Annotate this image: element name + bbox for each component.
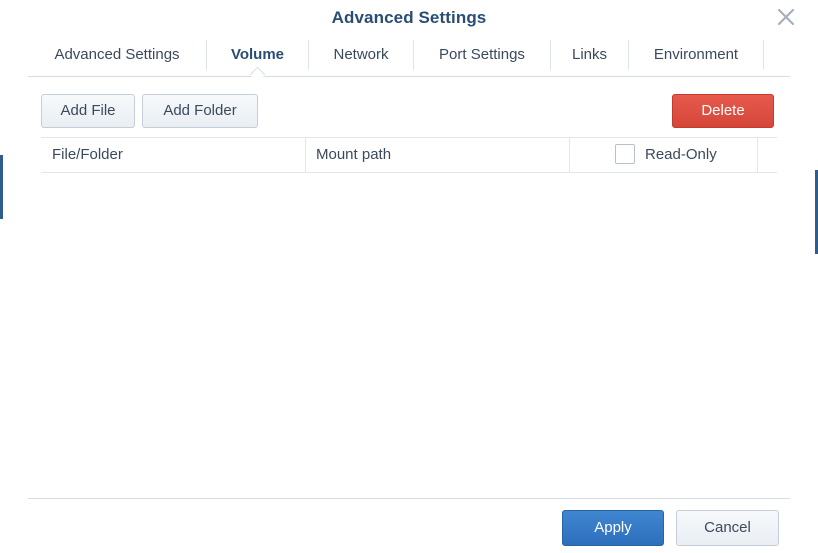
background-window-edge-left (0, 155, 3, 219)
volume-list[interactable] (41, 172, 777, 492)
close-button[interactable] (776, 7, 796, 27)
column-separator (569, 138, 570, 172)
close-icon (777, 8, 795, 26)
tab-bar: Advanced Settings Volume Network Port Se… (28, 38, 790, 83)
footer-divider (28, 498, 790, 499)
tab-advanced-settings[interactable]: Advanced Settings (28, 38, 206, 72)
column-header-file-folder[interactable]: File/Folder (52, 138, 123, 172)
column-separator (305, 138, 306, 172)
apply-button[interactable]: Apply (562, 510, 664, 546)
add-file-button[interactable]: Add File (41, 94, 135, 128)
tab-network[interactable]: Network (309, 38, 413, 72)
column-separator (757, 138, 758, 172)
grid-header: File/Folder Mount path Read-Only (41, 137, 777, 173)
tab-separator (763, 40, 764, 70)
tab-environment[interactable]: Environment (629, 38, 763, 72)
cancel-button[interactable]: Cancel (676, 510, 779, 546)
advanced-settings-dialog: Advanced Settings Advanced Settings Volu… (0, 0, 818, 553)
dialog-title: Advanced Settings (331, 8, 487, 27)
add-folder-button[interactable]: Add Folder (142, 94, 258, 128)
tab-port-settings[interactable]: Port Settings (414, 38, 550, 72)
tab-links[interactable]: Links (551, 38, 628, 72)
delete-button[interactable]: Delete (672, 94, 774, 128)
column-header-read-only[interactable]: Read-Only (645, 138, 717, 172)
read-only-select-all-checkbox[interactable] (615, 144, 635, 164)
column-header-mount-path[interactable]: Mount path (316, 138, 391, 172)
